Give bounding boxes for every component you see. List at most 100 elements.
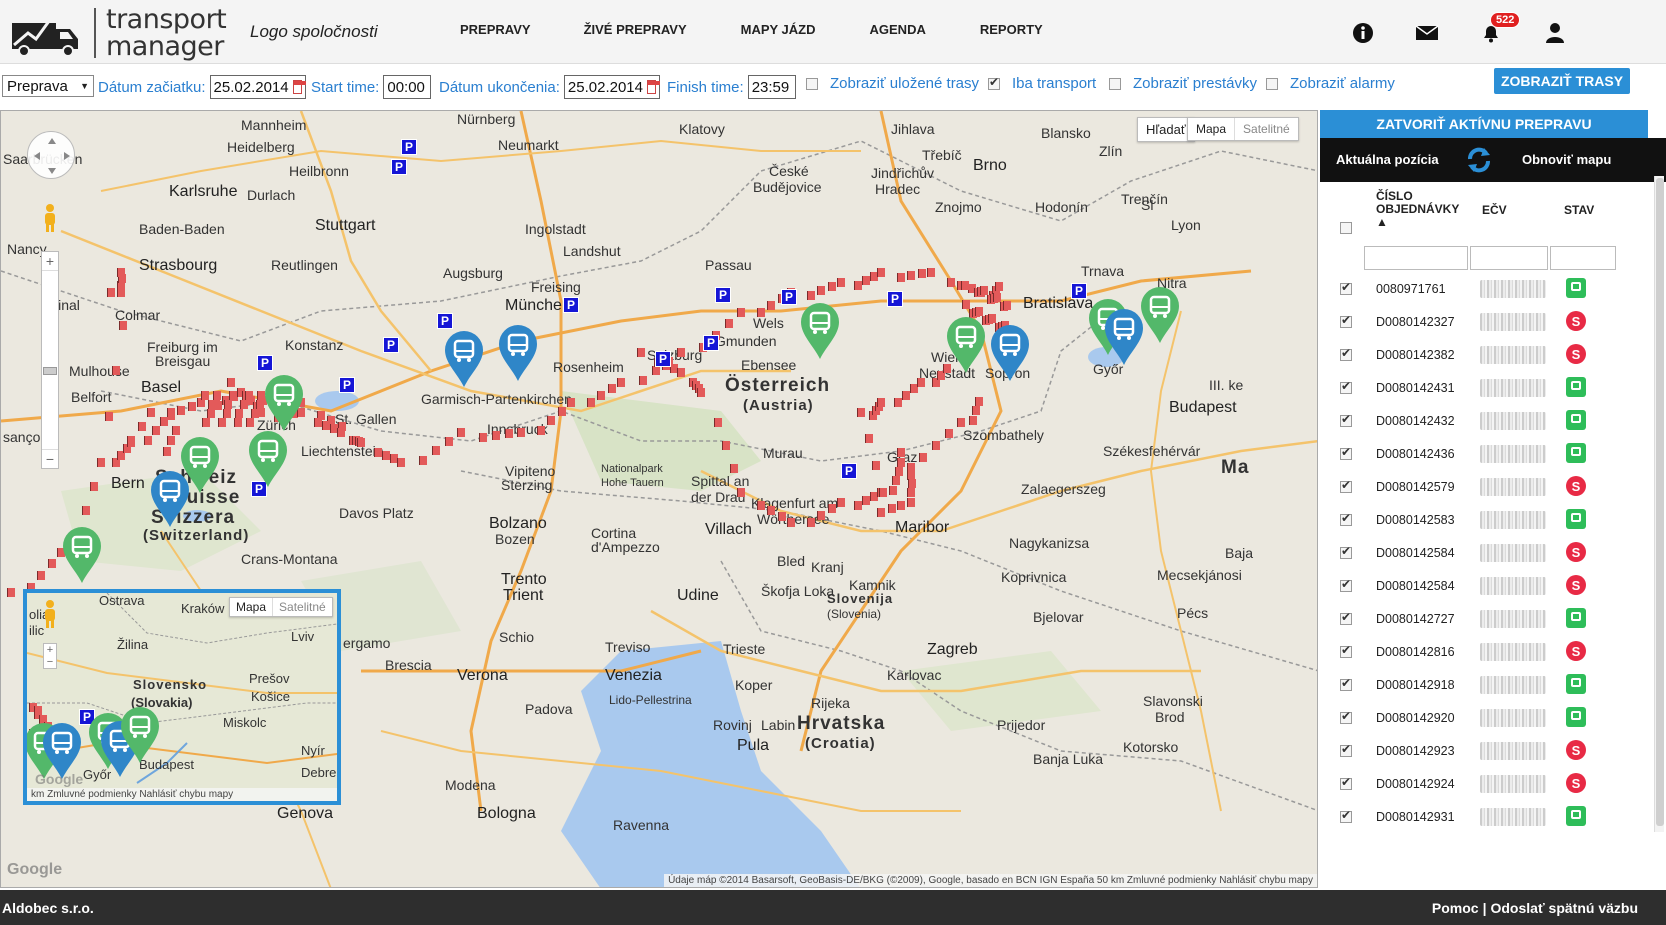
vehicle-pin-icon[interactable] (1139, 285, 1181, 345)
status-stopped-icon[interactable]: S (1566, 641, 1586, 661)
row-checkbox[interactable] (1340, 742, 1352, 757)
event-flag-marker[interactable] (817, 511, 825, 520)
order-row[interactable]: D0080142931 (1320, 800, 1650, 833)
event-flag-marker[interactable] (972, 406, 980, 415)
column-status[interactable]: STAV (1564, 204, 1594, 217)
event-flag-marker[interactable] (608, 384, 616, 393)
start-date-input[interactable]: 25.02.2014 (209, 75, 306, 99)
event-flag-marker[interactable] (245, 391, 253, 400)
street-view-pegman-icon[interactable] (41, 203, 59, 233)
event-flag-marker[interactable] (597, 391, 605, 400)
calendar-icon[interactable] (646, 80, 660, 94)
finish-time-input[interactable]: 23:59 (747, 75, 796, 99)
vehicle-pin-icon[interactable] (989, 323, 1031, 383)
event-flag-marker[interactable] (160, 417, 168, 426)
event-flag-marker[interactable] (907, 488, 915, 497)
map-view[interactable]: Mannheim Nürnberg Klatovy Jihlava Blansk… (0, 110, 1318, 888)
vehicle-pin-icon[interactable] (61, 525, 103, 585)
event-flag-marker[interactable] (993, 293, 1001, 302)
refresh-map-button[interactable]: Obnoviť mapu (1522, 152, 1611, 167)
event-flag-marker[interactable] (97, 458, 105, 467)
event-flag-marker[interactable] (107, 288, 115, 297)
event-flag-marker[interactable] (397, 458, 405, 467)
feedback-link[interactable]: Odoslať spätnú väzbu (1490, 900, 1638, 916)
zoom-out-button[interactable]: − (42, 450, 58, 468)
parking-marker[interactable]: P (703, 335, 719, 351)
row-checkbox[interactable] (1340, 346, 1352, 361)
event-flag-marker[interactable] (234, 418, 242, 427)
event-flag-marker[interactable] (807, 291, 815, 300)
street-view-pegman-icon[interactable] (41, 599, 59, 629)
column-order-number[interactable]: ČÍSLO OBJEDNÁVKY ▲ (1376, 190, 1472, 229)
overview-minimap[interactable]: olia ilic Ostrava Kraków Žilina Lviv Slo… (23, 589, 341, 805)
event-flag-marker[interactable] (919, 453, 927, 462)
event-flag-marker[interactable] (445, 437, 453, 446)
event-flag-marker[interactable] (188, 402, 196, 411)
row-checkbox[interactable] (1340, 808, 1352, 823)
row-checkbox[interactable] (1340, 610, 1352, 625)
row-checkbox[interactable] (1340, 676, 1352, 691)
event-flag-marker[interactable] (932, 441, 940, 450)
parking-marker[interactable]: P (339, 377, 355, 393)
event-flag-marker[interactable] (854, 281, 862, 290)
status-moving-icon[interactable] (1566, 278, 1586, 298)
event-flag-marker[interactable] (737, 308, 745, 317)
event-flag-marker[interactable] (677, 368, 685, 377)
event-flag-marker[interactable] (218, 418, 226, 427)
event-flag-marker[interactable] (235, 409, 243, 418)
vehicle-pin-icon[interactable] (497, 323, 539, 383)
event-flag-marker[interactable] (854, 501, 862, 510)
order-row[interactable]: D0080142327 S (1320, 305, 1650, 338)
event-flag-marker[interactable] (240, 400, 248, 409)
event-flag-marker[interactable] (147, 408, 155, 417)
event-flag-marker[interactable] (697, 388, 705, 397)
status-moving-icon[interactable] (1566, 707, 1586, 727)
map-pan-control[interactable] (27, 131, 75, 179)
filter-order-input[interactable] (1364, 246, 1468, 270)
event-flag-marker[interactable] (817, 286, 825, 295)
parking-marker[interactable]: P (655, 351, 671, 367)
current-position-button[interactable]: Aktuálna pozícia (1336, 152, 1439, 167)
brand-logo[interactable]: transport manager (10, 6, 227, 60)
event-flag-marker[interactable] (202, 418, 210, 427)
event-flag-marker[interactable] (767, 506, 775, 515)
map-attribution[interactable]: Údaje máp ©2014 Basarsoft, GeoBasis-DE/B… (664, 874, 1317, 887)
order-row[interactable]: D0080142923 S (1320, 734, 1650, 767)
parking-marker[interactable]: P (257, 355, 273, 371)
filter-plate-input[interactable] (1470, 246, 1548, 270)
vehicle-pin-icon[interactable] (945, 315, 987, 375)
event-flag-marker[interactable] (227, 378, 235, 387)
event-flag-marker[interactable] (652, 366, 660, 375)
event-flag-marker[interactable] (917, 378, 925, 387)
status-stopped-icon[interactable]: S (1566, 773, 1586, 793)
event-flag-marker[interactable] (152, 426, 160, 435)
event-flag-marker[interactable] (877, 398, 885, 407)
event-flag-marker[interactable] (892, 476, 900, 485)
event-flag-marker[interactable] (1003, 301, 1011, 310)
event-flag-marker[interactable] (213, 391, 221, 400)
event-flag-marker[interactable] (897, 273, 905, 282)
event-flag-marker[interactable] (537, 426, 545, 435)
event-flag-marker[interactable] (877, 508, 885, 517)
row-checkbox[interactable] (1340, 412, 1352, 427)
event-flag-marker[interactable] (587, 398, 595, 407)
event-flag-marker[interactable] (787, 518, 795, 527)
status-stopped-icon[interactable]: S (1566, 476, 1586, 496)
event-flag-marker[interactable] (167, 436, 175, 445)
order-row[interactable]: D0080142579 S (1320, 470, 1650, 503)
event-flag-marker[interactable] (223, 409, 231, 418)
start-time-input[interactable]: 00:00 (383, 75, 432, 99)
vehicle-pin-icon[interactable] (263, 373, 305, 433)
select-all-checkbox[interactable] (1340, 222, 1352, 234)
nav-prepravy[interactable]: PREPRAVY (460, 22, 531, 37)
status-moving-icon[interactable] (1566, 377, 1586, 397)
event-flag-marker[interactable] (119, 321, 127, 330)
row-checkbox[interactable] (1340, 709, 1352, 724)
end-date-input[interactable]: 25.02.2014 (563, 75, 660, 99)
parking-marker[interactable]: P (715, 287, 731, 303)
event-flag-marker[interactable] (807, 518, 815, 527)
event-flag-marker[interactable] (908, 479, 916, 488)
map-type-map[interactable]: Mapa (1188, 118, 1234, 140)
event-flag-marker[interactable] (558, 407, 566, 416)
event-flag-marker[interactable] (730, 464, 738, 473)
